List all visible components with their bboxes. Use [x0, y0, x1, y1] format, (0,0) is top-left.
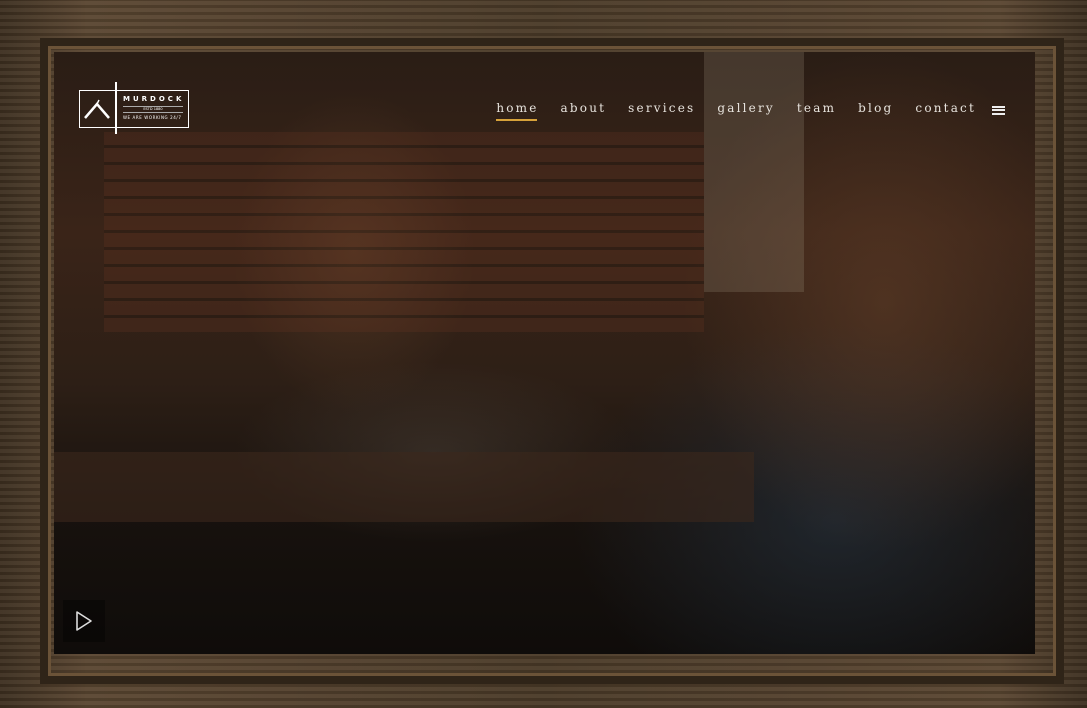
logo-name: MURDOCK — [123, 95, 185, 103]
logo[interactable]: MURDOCK ESTD 1880 WE ARE WORKING 24/7 — [79, 82, 189, 134]
nav-team[interactable]: team — [797, 101, 836, 119]
poster — [704, 52, 804, 292]
razor-icon — [84, 99, 110, 119]
nav-blog[interactable]: blog — [858, 101, 893, 119]
brick-wall — [104, 132, 704, 332]
nav-contact[interactable]: contact — [915, 101, 976, 119]
logo-tagline: WE ARE WORKING 24/7 — [123, 115, 182, 120]
nav-services[interactable]: services — [628, 101, 695, 119]
barber-counter — [54, 452, 754, 522]
nav-home[interactable]: home — [496, 101, 538, 121]
main-nav: home about services gallery team blog co… — [474, 101, 1005, 121]
nav-about[interactable]: about — [561, 101, 607, 119]
hamburger-icon[interactable] — [992, 105, 1005, 115]
play-button[interactable] — [63, 600, 105, 642]
hero-image: MURDOCK ESTD 1880 WE ARE WORKING 24/7 ho… — [54, 52, 1035, 654]
nav-gallery[interactable]: gallery — [717, 101, 775, 119]
play-icon — [76, 611, 92, 631]
logo-established: ESTD 1880 — [123, 106, 183, 113]
